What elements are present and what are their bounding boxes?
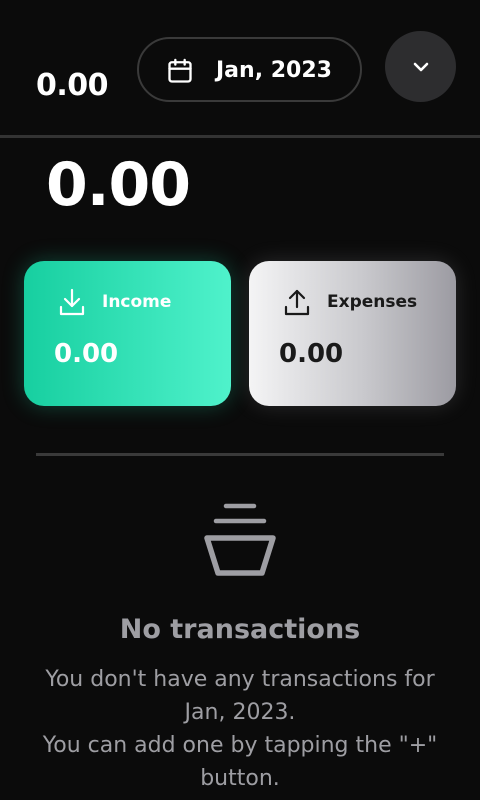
total-balance: 0.00 xyxy=(46,150,191,220)
expand-button[interactable] xyxy=(385,31,456,102)
expenses-label: Expenses xyxy=(327,292,418,312)
empty-state-line-1: You don't have any transactions for Jan,… xyxy=(45,667,435,725)
income-value: 0.00 xyxy=(54,339,119,369)
empty-state-message: You don't have any transactions for Jan,… xyxy=(40,663,440,795)
empty-state-title: No transactions xyxy=(119,614,361,645)
income-card[interactable]: Income 0.00 xyxy=(24,261,231,406)
header-balance: 0.00 xyxy=(36,68,109,103)
download-icon xyxy=(59,288,85,316)
income-label: Income xyxy=(102,292,172,312)
calendar-icon xyxy=(168,58,192,83)
expenses-card[interactable]: Expenses 0.00 xyxy=(249,261,456,406)
section-divider xyxy=(36,453,444,456)
empty-state-line-2: You can add one by tapping the "+" butto… xyxy=(42,733,438,791)
upload-icon xyxy=(284,289,310,316)
header-divider xyxy=(0,135,480,138)
date-selector[interactable]: Jan, 2023 xyxy=(137,37,362,102)
chevron-down-icon xyxy=(413,62,428,71)
expenses-value: 0.00 xyxy=(279,339,344,369)
empty-basket-icon xyxy=(204,503,276,576)
date-label: Jan, 2023 xyxy=(216,58,332,83)
